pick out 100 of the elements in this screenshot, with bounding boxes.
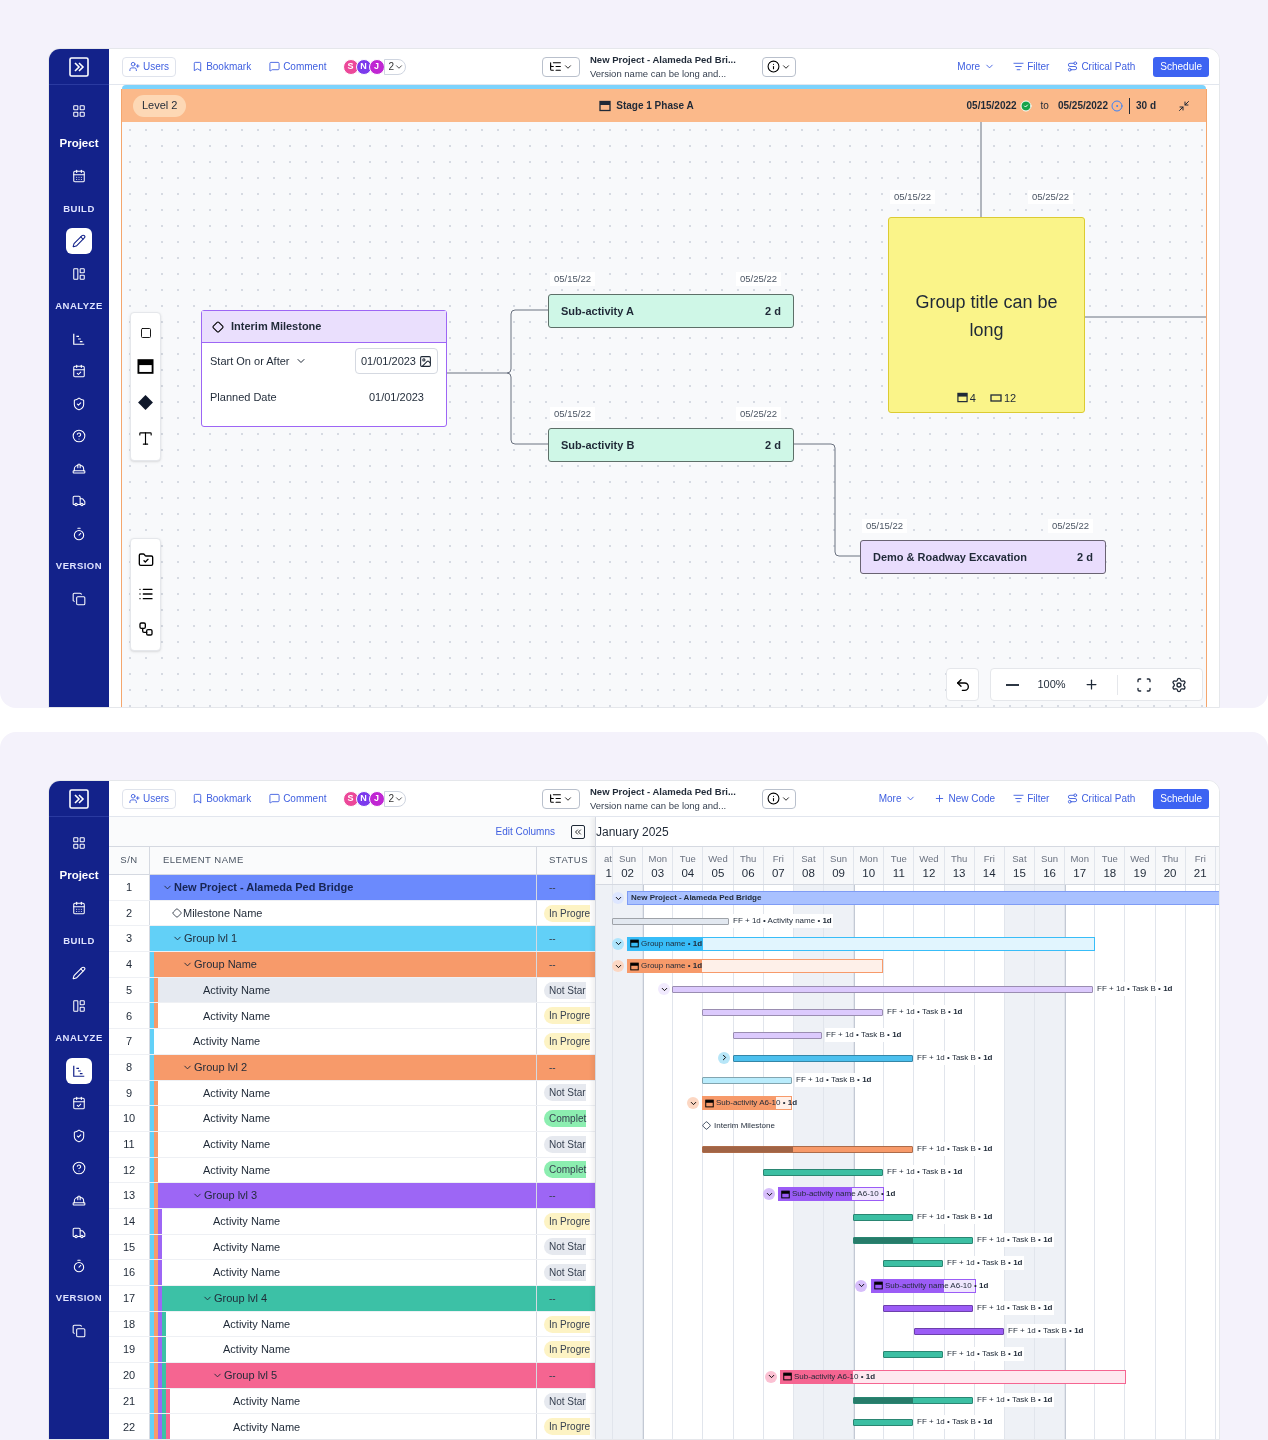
zoom-in-button[interactable]	[1083, 677, 1099, 692]
date-label: 05/25/22	[736, 272, 781, 286]
bar-label: Group name • 1d	[641, 960, 703, 973]
settings-button[interactable]	[1170, 676, 1187, 693]
bar-label: FF + 1d • Task B • 1d	[916, 1210, 994, 1225]
row-number: 17	[121, 1291, 137, 1307]
user-avatar[interactable]: N	[355, 790, 372, 807]
row-number: 8	[124, 1059, 134, 1075]
more-menu[interactable]: More	[878, 791, 917, 806]
group-row[interactable]: New Project - Alameda Ped Bridge	[150, 875, 536, 900]
date-label: 05/25/22	[736, 407, 781, 421]
plus-icon	[1083, 677, 1099, 692]
pencil-icon	[72, 966, 86, 981]
row-number: 9	[124, 1085, 134, 1101]
date-field[interactable]: 01/01/2023	[354, 348, 438, 374]
sidebar-button[interactable]	[66, 228, 92, 255]
user-avatar[interactable]: N	[355, 58, 372, 75]
truck-icon	[72, 1226, 86, 1241]
hierarchy-dropdown[interactable]	[542, 56, 580, 77]
view-tool[interactable]	[137, 620, 154, 637]
view-tool[interactable]	[137, 552, 154, 569]
project-title: New Project - Alameda Ped Bri...	[590, 784, 737, 799]
task-bar[interactable]	[883, 1305, 973, 1313]
users-button[interactable]: Users	[122, 56, 177, 77]
group-row[interactable]: Group lvl 5	[166, 1363, 536, 1388]
user-avatar[interactable]: S	[342, 58, 359, 75]
truck-icon	[72, 494, 86, 509]
group-row[interactable]: Group lvl 1	[150, 926, 536, 952]
toolbar-link[interactable]: Filter	[1013, 59, 1050, 74]
group-row[interactable]: Group Name	[154, 952, 536, 977]
task-bar[interactable]	[883, 1259, 943, 1267]
hierarchy-dropdown[interactable]	[542, 788, 580, 809]
schedule-button[interactable]: Schedule	[1153, 56, 1209, 77]
task-bar[interactable]	[853, 1236, 973, 1244]
logo-icon[interactable]	[69, 788, 89, 809]
toolbar-link[interactable]: Critical Path	[1067, 791, 1136, 806]
task-bar[interactable]	[853, 1396, 973, 1404]
activity-node[interactable]: Sub-activity A 2 d	[548, 294, 794, 328]
bar-label: FF + 1d • Task B • 1d	[1096, 982, 1174, 997]
date-type-dropdown[interactable]: Start On or After	[210, 352, 308, 370]
undo-button[interactable]	[946, 668, 979, 701]
toolbar-link[interactable]: Bookmark	[190, 791, 254, 806]
milestone-card[interactable]: Interim Milestone Start On or After 01/01/2023 Planned Date 01/01/2023	[201, 310, 447, 427]
task-bar[interactable]	[853, 1214, 913, 1222]
sidebar-button[interactable]	[66, 1057, 92, 1084]
day-number: 16	[1043, 865, 1056, 881]
task-bar[interactable]	[733, 1054, 913, 1062]
toolbar-link[interactable]: Critical Path	[1067, 59, 1136, 74]
column-header: STATUS	[536, 847, 595, 874]
task-bar[interactable]	[733, 1031, 822, 1039]
user-avatar[interactable]: S	[342, 790, 359, 807]
weekday-label: Tue	[890, 851, 907, 866]
grid-icon	[72, 836, 86, 851]
task-bar[interactable]	[883, 1350, 943, 1358]
toolbar-link[interactable]: New Code	[934, 791, 996, 806]
stage-icon	[599, 99, 612, 112]
task-bar[interactable]	[702, 1145, 913, 1153]
status-badge: In Progre	[544, 1315, 591, 1333]
info-dropdown[interactable]	[762, 788, 796, 809]
group-row[interactable]: Group lvl 3	[158, 1183, 536, 1208]
status-badge: Not Star	[544, 1238, 586, 1256]
activity-node[interactable]: Sub-activity B 2 d	[548, 428, 794, 462]
group-bar[interactable]: Group name • 1d	[627, 959, 883, 974]
day-number: 07	[771, 865, 785, 881]
users-button[interactable]: Users	[122, 788, 177, 809]
schedule-button[interactable]: Schedule	[1153, 788, 1209, 809]
collapse-table-button[interactable]	[571, 824, 585, 839]
summary-bar[interactable]: New Project - Alameda Ped Bridge	[627, 891, 1219, 905]
helmet-icon	[72, 461, 86, 476]
toolbar-link[interactable]: Comment	[267, 791, 329, 806]
more-menu[interactable]: More	[957, 59, 996, 74]
fit-button[interactable]	[1136, 676, 1153, 693]
group-row[interactable]: Group lvl 2	[154, 1054, 536, 1080]
column-header: S/N	[119, 853, 139, 868]
calendar-check-icon	[72, 364, 86, 379]
info-dropdown[interactable]	[762, 56, 796, 77]
task-bar[interactable]	[914, 1328, 1004, 1336]
stage-tool[interactable]	[137, 357, 154, 375]
zoom-out-button[interactable]	[1006, 683, 1020, 686]
user-avatar[interactable]: J	[368, 790, 385, 807]
toolbar-link[interactable]: Comment	[267, 59, 329, 74]
element-name: Activity Name	[203, 982, 271, 998]
toolbar-link[interactable]: Bookmark	[190, 59, 254, 74]
sidebar-heading: VERSION	[55, 1291, 103, 1306]
group-row[interactable]: Group lvl 4	[162, 1286, 536, 1311]
text-tool[interactable]	[137, 429, 154, 447]
milestone-tool[interactable]	[137, 393, 154, 411]
task-bar[interactable]	[763, 1168, 883, 1176]
toolbar-link[interactable]: Filter	[1013, 791, 1050, 806]
activity-node[interactable]: Demo & Roadway Excavation 2 d	[860, 540, 1106, 574]
edit-columns-link[interactable]: Edit Columns	[495, 824, 555, 839]
logo-icon[interactable]	[69, 56, 89, 77]
collapse-button[interactable]	[1178, 99, 1190, 112]
group-card[interactable]: Group title can be long 4 12	[888, 217, 1085, 413]
table-row[interactable]: Activity Name	[158, 977, 536, 1003]
hierarchy-icon	[549, 60, 562, 73]
task-bar[interactable]	[853, 1419, 913, 1427]
chevrons-left-icon	[573, 826, 583, 837]
row-number: 15	[121, 1239, 137, 1255]
user-avatar[interactable]: J	[368, 58, 385, 75]
